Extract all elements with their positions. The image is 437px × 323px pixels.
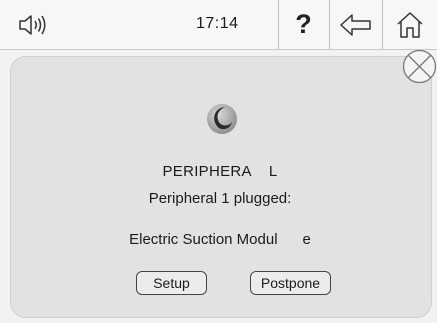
back-button[interactable] <box>330 0 382 49</box>
peripheral-dialog <box>10 56 432 318</box>
setup-button[interactable]: Setup <box>136 271 207 295</box>
close-button[interactable] <box>402 49 437 84</box>
speaker-icon[interactable] <box>18 13 48 37</box>
module-name: Electric Suction Modul e <box>129 231 311 248</box>
peripheral-logo-icon <box>205 102 239 136</box>
plugged-message: Peripheral 1 plugged: <box>148 190 292 207</box>
postpone-button[interactable]: Postpone <box>250 271 331 295</box>
dialog-title: PERIPHERA L <box>162 163 278 180</box>
clock-time: 17:14 <box>196 15 239 32</box>
close-icon <box>402 49 437 84</box>
help-button[interactable]: ? <box>279 0 328 49</box>
back-arrow-icon <box>340 13 371 36</box>
home-icon <box>397 11 423 38</box>
home-button[interactable] <box>383 0 437 49</box>
status-bar: 17:14 ? <box>0 0 437 50</box>
